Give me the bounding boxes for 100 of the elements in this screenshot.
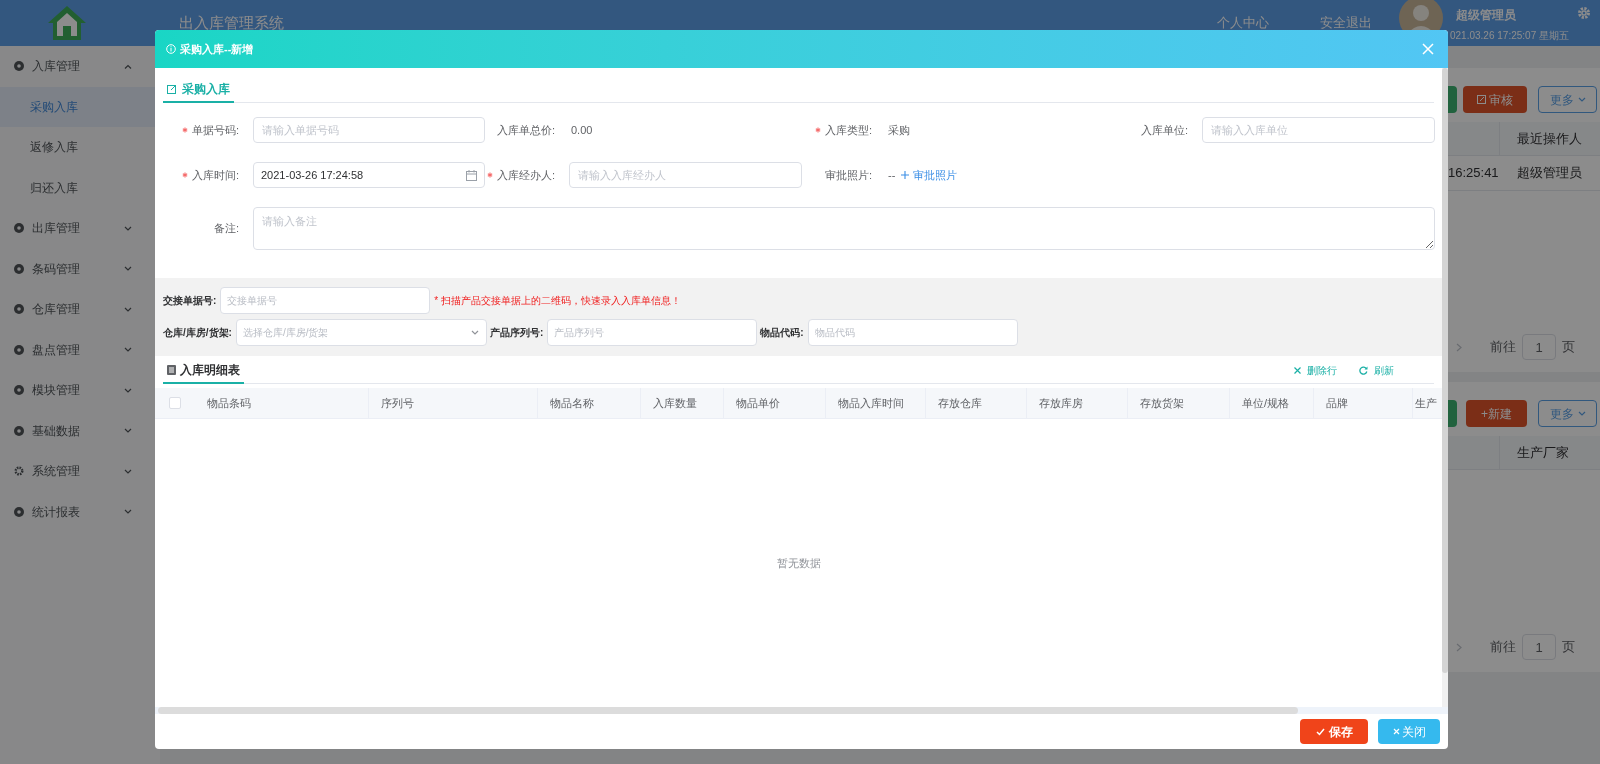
date-time: 021.03.26 17:25:07 星期五 [1450, 29, 1570, 43]
chevron-down-icon [124, 468, 132, 474]
audit-button[interactable]: 审核 [1463, 86, 1527, 113]
info-icon [166, 44, 176, 54]
delete-row-button[interactable]: 删除行 [1294, 363, 1337, 378]
sidebar-item[interactable]: 统计报表 [0, 491, 160, 532]
field-label: 入库经办人: [496, 167, 555, 183]
column-header: 物品条码 [207, 395, 251, 411]
pagination-label: 前往 [1490, 638, 1516, 657]
page-input[interactable]: 1 [1522, 634, 1556, 660]
dialog-title: 采购入库--新增 [180, 41, 254, 57]
chevron-right-icon [1456, 342, 1462, 352]
house-logo-icon [46, 4, 88, 42]
select-field[interactable]: 选择仓库/库房/货架 [235, 319, 487, 346]
column-header: 序列号 [381, 395, 414, 411]
required-icon [181, 127, 188, 133]
column-header: 物品名称 [550, 395, 594, 411]
close-button[interactable]: 关闭 [1378, 719, 1440, 744]
column-header: 入库数量 [653, 395, 697, 411]
refresh-icon [1359, 366, 1368, 375]
chevron-up-icon [124, 63, 132, 69]
user-name: 超级管理员 [1456, 7, 1516, 24]
required-icon [181, 172, 188, 178]
circle-icon [14, 61, 24, 72]
nav-link[interactable]: 安全退出 [1320, 13, 1372, 33]
table-cell-text: 16:25:41 [1448, 164, 1499, 183]
close-icon [1392, 728, 1400, 735]
pagination-label: 页 [1562, 638, 1575, 657]
field-label: 备注: [213, 221, 239, 237]
field-value: -- [888, 167, 896, 183]
column-header: 单位/规格 [1242, 395, 1290, 411]
save-button[interactable]: 保存 [1300, 719, 1368, 744]
table-header: 最近操作人 [1516, 129, 1582, 148]
chevron-down-icon [124, 347, 132, 353]
chevron-down-icon [470, 330, 479, 335]
circle-icon [14, 223, 24, 234]
field-label: 仓库/库房/货架: [163, 326, 232, 340]
sidebar-item[interactable]: 入库管理 [0, 46, 160, 87]
calendar-icon [466, 170, 477, 181]
field-label: 入库时间: [191, 167, 239, 183]
date-field[interactable]: 2021-03-26 17:24:58 [253, 162, 485, 188]
column-header: 存放仓库 [938, 395, 982, 411]
partial-button[interactable] [1448, 400, 1457, 427]
sidebar-item[interactable]: 条码管理 [0, 248, 160, 289]
required-icon [814, 127, 821, 133]
checkbox[interactable] [169, 397, 181, 409]
field-value: 0.00 [570, 122, 594, 138]
app-title: 出入库管理系统 [179, 12, 284, 33]
more-button[interactable]: 更多 [1538, 400, 1597, 427]
close-icon [1294, 367, 1301, 374]
chevron-down-icon [124, 225, 132, 231]
circle-icon [14, 506, 24, 517]
settings-icon [1577, 6, 1591, 20]
field-label: 产品序列号: [489, 326, 544, 340]
circle-icon [14, 344, 24, 355]
chevron-right-icon [1456, 642, 1462, 652]
chevron-down-icon [124, 266, 132, 272]
sidebar-item[interactable]: 仓库管理 [0, 289, 160, 330]
tab[interactable]: 入库明细表 [163, 361, 244, 384]
required-icon [486, 172, 493, 178]
column-header: 存放货架 [1140, 395, 1184, 411]
refresh-button[interactable]: 刷新 [1359, 363, 1394, 378]
new-button[interactable]: +新建 [1466, 400, 1527, 427]
field-label: 入库单位: [1140, 122, 1188, 138]
approval-photo-link[interactable]: 审批照片 [901, 166, 958, 184]
field-value: 采购 [887, 122, 911, 138]
plus-icon [901, 171, 910, 179]
page-input[interactable]: 1 [1522, 334, 1556, 360]
nav-link[interactable]: 个人中心 [1217, 13, 1269, 33]
partial-button[interactable] [1448, 86, 1457, 113]
pagination-label: 页 [1562, 338, 1575, 357]
gear-icon [14, 466, 24, 477]
sidebar-item[interactable]: 出库管理 [0, 208, 160, 249]
chevron-down-icon [124, 306, 132, 312]
sidebar-item[interactable]: 基础数据 [0, 410, 160, 451]
column-header: 物品入库时间 [838, 395, 904, 411]
table-header: 生产厂家 [1516, 443, 1569, 462]
circle-icon [14, 263, 24, 274]
field-label: 交接单据号: [163, 294, 217, 308]
edit-icon [167, 84, 177, 94]
circle-icon [14, 425, 24, 436]
close-icon[interactable] [1422, 43, 1434, 55]
sidebar-item[interactable]: 盘点管理 [0, 329, 160, 370]
sidebar-item[interactable]: 系统管理 [0, 451, 160, 492]
chevron-down-icon [124, 387, 132, 393]
field-label: 单据号码: [191, 122, 239, 138]
pagination-label: 前往 [1490, 338, 1516, 357]
chevron-down-icon [1577, 97, 1586, 102]
check-icon [1315, 727, 1325, 736]
chevron-down-icon [124, 509, 132, 515]
column-header: 生产 [1415, 395, 1437, 411]
table-cell-text: 超级管理员 [1516, 164, 1582, 183]
field-label: 物品代码: [760, 326, 804, 340]
chevron-down-icon [124, 428, 132, 434]
tab[interactable]: 采购入库 [163, 80, 234, 103]
field-label: 入库单总价: [496, 122, 555, 138]
sidebar-item[interactable]: 模块管理 [0, 370, 160, 411]
column-header: 物品单价 [736, 395, 780, 411]
chevron-down-icon [1577, 411, 1586, 416]
more-button[interactable]: 更多 [1538, 86, 1597, 113]
